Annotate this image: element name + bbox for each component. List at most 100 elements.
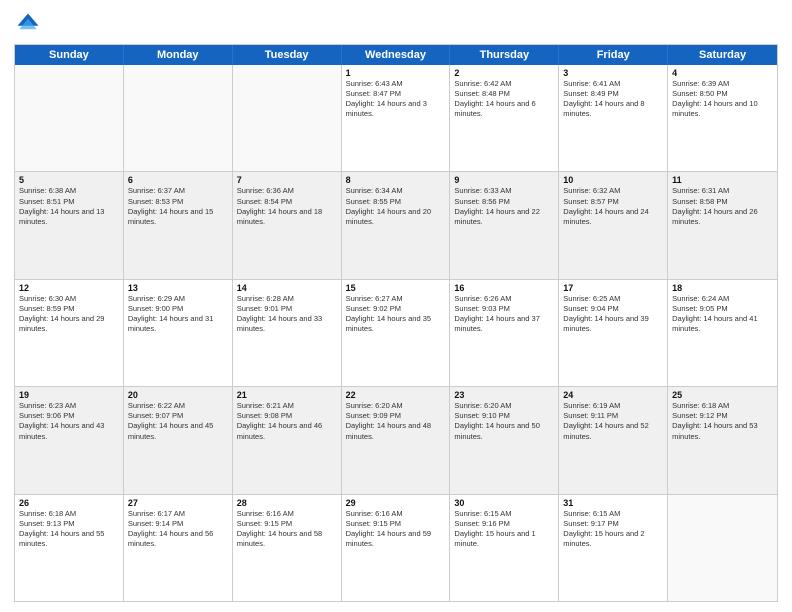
calendar-day-30: 30Sunrise: 6:15 AM Sunset: 9:16 PM Dayli… [450,495,559,601]
cell-date-number: 16 [454,283,554,293]
calendar-day-4: 4Sunrise: 6:39 AM Sunset: 8:50 PM Daylig… [668,65,777,171]
cell-info: Sunrise: 6:39 AM Sunset: 8:50 PM Dayligh… [672,79,773,120]
calendar-day-28: 28Sunrise: 6:16 AM Sunset: 9:15 PM Dayli… [233,495,342,601]
cell-info: Sunrise: 6:30 AM Sunset: 8:59 PM Dayligh… [19,294,119,335]
cell-info: Sunrise: 6:32 AM Sunset: 8:57 PM Dayligh… [563,186,663,227]
calendar-week-1: 1Sunrise: 6:43 AM Sunset: 8:47 PM Daylig… [15,65,777,172]
cell-date-number: 7 [237,175,337,185]
cell-date-number: 13 [128,283,228,293]
cell-info: Sunrise: 6:16 AM Sunset: 9:15 PM Dayligh… [237,509,337,550]
calendar-day-13: 13Sunrise: 6:29 AM Sunset: 9:00 PM Dayli… [124,280,233,386]
calendar: SundayMondayTuesdayWednesdayThursdayFrid… [14,44,778,602]
cell-date-number: 26 [19,498,119,508]
calendar-day-14: 14Sunrise: 6:28 AM Sunset: 9:01 PM Dayli… [233,280,342,386]
calendar-day-11: 11Sunrise: 6:31 AM Sunset: 8:58 PM Dayli… [668,172,777,278]
cell-info: Sunrise: 6:41 AM Sunset: 8:49 PM Dayligh… [563,79,663,120]
cell-info: Sunrise: 6:43 AM Sunset: 8:47 PM Dayligh… [346,79,446,120]
calendar-day-19: 19Sunrise: 6:23 AM Sunset: 9:06 PM Dayli… [15,387,124,493]
calendar-day-empty [124,65,233,171]
calendar-day-3: 3Sunrise: 6:41 AM Sunset: 8:49 PM Daylig… [559,65,668,171]
calendar-day-6: 6Sunrise: 6:37 AM Sunset: 8:53 PM Daylig… [124,172,233,278]
cell-date-number: 19 [19,390,119,400]
logo [14,10,46,38]
cell-info: Sunrise: 6:18 AM Sunset: 9:12 PM Dayligh… [672,401,773,442]
calendar-day-17: 17Sunrise: 6:25 AM Sunset: 9:04 PM Dayli… [559,280,668,386]
cell-info: Sunrise: 6:29 AM Sunset: 9:00 PM Dayligh… [128,294,228,335]
calendar-day-20: 20Sunrise: 6:22 AM Sunset: 9:07 PM Dayli… [124,387,233,493]
cell-date-number: 30 [454,498,554,508]
cell-info: Sunrise: 6:16 AM Sunset: 9:15 PM Dayligh… [346,509,446,550]
cell-info: Sunrise: 6:21 AM Sunset: 9:08 PM Dayligh… [237,401,337,442]
cell-date-number: 25 [672,390,773,400]
cell-info: Sunrise: 6:42 AM Sunset: 8:48 PM Dayligh… [454,79,554,120]
day-header-monday: Monday [124,45,233,65]
cell-date-number: 18 [672,283,773,293]
calendar-day-24: 24Sunrise: 6:19 AM Sunset: 9:11 PM Dayli… [559,387,668,493]
cell-info: Sunrise: 6:26 AM Sunset: 9:03 PM Dayligh… [454,294,554,335]
cell-date-number: 1 [346,68,446,78]
cell-info: Sunrise: 6:19 AM Sunset: 9:11 PM Dayligh… [563,401,663,442]
cell-date-number: 22 [346,390,446,400]
cell-date-number: 2 [454,68,554,78]
cell-date-number: 27 [128,498,228,508]
cell-info: Sunrise: 6:22 AM Sunset: 9:07 PM Dayligh… [128,401,228,442]
header [14,10,778,38]
calendar-week-3: 12Sunrise: 6:30 AM Sunset: 8:59 PM Dayli… [15,280,777,387]
calendar-day-22: 22Sunrise: 6:20 AM Sunset: 9:09 PM Dayli… [342,387,451,493]
calendar-body: 1Sunrise: 6:43 AM Sunset: 8:47 PM Daylig… [15,65,777,601]
calendar-day-2: 2Sunrise: 6:42 AM Sunset: 8:48 PM Daylig… [450,65,559,171]
calendar-day-empty [15,65,124,171]
cell-date-number: 9 [454,175,554,185]
day-header-sunday: Sunday [15,45,124,65]
page: SundayMondayTuesdayWednesdayThursdayFrid… [0,0,792,612]
cell-date-number: 6 [128,175,228,185]
calendar-week-2: 5Sunrise: 6:38 AM Sunset: 8:51 PM Daylig… [15,172,777,279]
cell-info: Sunrise: 6:24 AM Sunset: 9:05 PM Dayligh… [672,294,773,335]
calendar-day-18: 18Sunrise: 6:24 AM Sunset: 9:05 PM Dayli… [668,280,777,386]
cell-info: Sunrise: 6:36 AM Sunset: 8:54 PM Dayligh… [237,186,337,227]
cell-date-number: 12 [19,283,119,293]
cell-date-number: 23 [454,390,554,400]
calendar-day-25: 25Sunrise: 6:18 AM Sunset: 9:12 PM Dayli… [668,387,777,493]
cell-info: Sunrise: 6:15 AM Sunset: 9:17 PM Dayligh… [563,509,663,550]
cell-date-number: 11 [672,175,773,185]
cell-info: Sunrise: 6:20 AM Sunset: 9:10 PM Dayligh… [454,401,554,442]
calendar-week-4: 19Sunrise: 6:23 AM Sunset: 9:06 PM Dayli… [15,387,777,494]
calendar-day-7: 7Sunrise: 6:36 AM Sunset: 8:54 PM Daylig… [233,172,342,278]
cell-info: Sunrise: 6:18 AM Sunset: 9:13 PM Dayligh… [19,509,119,550]
cell-info: Sunrise: 6:37 AM Sunset: 8:53 PM Dayligh… [128,186,228,227]
cell-date-number: 29 [346,498,446,508]
cell-info: Sunrise: 6:34 AM Sunset: 8:55 PM Dayligh… [346,186,446,227]
calendar-header: SundayMondayTuesdayWednesdayThursdayFrid… [15,45,777,65]
cell-date-number: 3 [563,68,663,78]
cell-date-number: 14 [237,283,337,293]
cell-info: Sunrise: 6:25 AM Sunset: 9:04 PM Dayligh… [563,294,663,335]
calendar-day-21: 21Sunrise: 6:21 AM Sunset: 9:08 PM Dayli… [233,387,342,493]
cell-date-number: 8 [346,175,446,185]
cell-date-number: 5 [19,175,119,185]
cell-date-number: 4 [672,68,773,78]
cell-info: Sunrise: 6:23 AM Sunset: 9:06 PM Dayligh… [19,401,119,442]
logo-icon [14,10,42,38]
calendar-day-31: 31Sunrise: 6:15 AM Sunset: 9:17 PM Dayli… [559,495,668,601]
calendar-day-16: 16Sunrise: 6:26 AM Sunset: 9:03 PM Dayli… [450,280,559,386]
day-header-thursday: Thursday [450,45,559,65]
cell-info: Sunrise: 6:38 AM Sunset: 8:51 PM Dayligh… [19,186,119,227]
cell-date-number: 15 [346,283,446,293]
cell-date-number: 24 [563,390,663,400]
calendar-day-27: 27Sunrise: 6:17 AM Sunset: 9:14 PM Dayli… [124,495,233,601]
cell-info: Sunrise: 6:15 AM Sunset: 9:16 PM Dayligh… [454,509,554,550]
calendar-day-12: 12Sunrise: 6:30 AM Sunset: 8:59 PM Dayli… [15,280,124,386]
calendar-day-1: 1Sunrise: 6:43 AM Sunset: 8:47 PM Daylig… [342,65,451,171]
calendar-day-8: 8Sunrise: 6:34 AM Sunset: 8:55 PM Daylig… [342,172,451,278]
cell-info: Sunrise: 6:20 AM Sunset: 9:09 PM Dayligh… [346,401,446,442]
cell-info: Sunrise: 6:33 AM Sunset: 8:56 PM Dayligh… [454,186,554,227]
cell-info: Sunrise: 6:27 AM Sunset: 9:02 PM Dayligh… [346,294,446,335]
cell-info: Sunrise: 6:17 AM Sunset: 9:14 PM Dayligh… [128,509,228,550]
cell-date-number: 17 [563,283,663,293]
calendar-day-29: 29Sunrise: 6:16 AM Sunset: 9:15 PM Dayli… [342,495,451,601]
calendar-day-empty [233,65,342,171]
calendar-day-10: 10Sunrise: 6:32 AM Sunset: 8:57 PM Dayli… [559,172,668,278]
calendar-day-26: 26Sunrise: 6:18 AM Sunset: 9:13 PM Dayli… [15,495,124,601]
cell-date-number: 21 [237,390,337,400]
